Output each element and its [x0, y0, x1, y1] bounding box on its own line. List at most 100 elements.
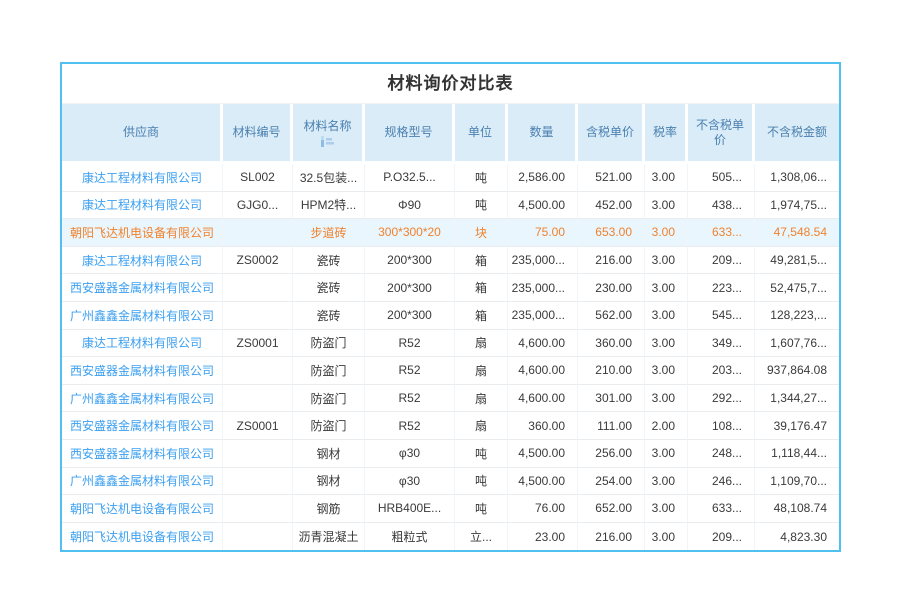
cell-quantity: 4,500.00	[508, 468, 578, 496]
table-row[interactable]: 西安盛器金属材料有限公司瓷砖200*300箱235,000...230.003.…	[62, 274, 839, 302]
cell-material_no: GJG0...	[223, 192, 293, 220]
cell-material_name: 防盗门	[293, 330, 365, 358]
cell-unit: 扇	[455, 357, 508, 385]
cell-price_incl_tax: 111.00	[578, 412, 645, 440]
cell-material_name: 防盗门	[293, 385, 365, 413]
cell-material_name: 钢材	[293, 468, 365, 496]
cell-amount_excl_tax: 4,823.30	[755, 523, 839, 551]
table-row[interactable]: 西安盛器金属材料有限公司钢材φ30吨4,500.00256.003.00248.…	[62, 440, 839, 468]
cell-unit: 块	[455, 219, 508, 247]
supplier-link[interactable]: 西安盛器金属材料有限公司	[70, 447, 214, 461]
column-header-label: 材料名称	[303, 119, 351, 134]
cell-material_no: ZS0002	[223, 247, 293, 275]
cell-price_excl_tax: 633...	[688, 495, 755, 523]
supplier-link[interactable]: 西安盛器金属材料有限公司	[70, 364, 214, 378]
table-row[interactable]: 西安盛器金属材料有限公司防盗门R52扇4,600.00210.003.00203…	[62, 357, 839, 385]
cell-amount_excl_tax: 1,308,06...	[755, 164, 839, 192]
supplier-link[interactable]: 西安盛器金属材料有限公司	[70, 281, 214, 295]
supplier-link[interactable]: 朝阳飞达机电设备有限公司	[70, 502, 214, 516]
cell-amount_excl_tax: 1,607,76...	[755, 330, 839, 358]
cell-material_no	[223, 357, 293, 385]
cell-material_no	[223, 385, 293, 413]
cell-spec: 200*300	[365, 302, 455, 330]
cell-amount_excl_tax: 1,118,44...	[755, 440, 839, 468]
table-row[interactable]: 康达工程材料有限公司ZS0002瓷砖200*300箱235,000...216.…	[62, 247, 839, 275]
column-header-supplier: 供应商	[62, 104, 223, 164]
cell-spec: Φ90	[365, 192, 455, 220]
column-header-amount_excl_tax: 不含税金额	[755, 104, 839, 164]
cell-spec: φ30	[365, 468, 455, 496]
cell-amount_excl_tax: 52,475,7...	[755, 274, 839, 302]
cell-quantity: 360.00	[508, 412, 578, 440]
table-row[interactable]: 广州鑫鑫金属材料有限公司钢材φ30吨4,500.00254.003.00246.…	[62, 468, 839, 496]
column-header-label: 含税单价	[586, 125, 634, 140]
column-header-material_name[interactable]: 材料名称	[293, 104, 365, 164]
column-header-spec: 规格型号	[365, 104, 455, 164]
page-title: 材料询价对比表	[62, 64, 839, 104]
column-header-label: 规格型号	[384, 125, 432, 140]
supplier-link[interactable]: 康达工程材料有限公司	[82, 171, 202, 185]
cell-tax_rate: 2.00	[645, 412, 688, 440]
cell-price_excl_tax: 248...	[688, 440, 755, 468]
table-body: 康达工程材料有限公司SL00232.5包装...P.O32.5...吨2,586…	[62, 164, 839, 550]
cell-unit: 箱	[455, 274, 508, 302]
header-row: 供应商材料编号材料名称规格型号单位数量含税单价税率不含税单价不含税金额	[62, 104, 839, 164]
cell-quantity: 4,600.00	[508, 330, 578, 358]
column-header-label: 税率	[653, 125, 677, 140]
cell-price_incl_tax: 216.00	[578, 523, 645, 551]
cell-unit: 箱	[455, 302, 508, 330]
supplier-link[interactable]: 西安盛器金属材料有限公司	[70, 419, 214, 433]
table-row[interactable]: 朝阳飞达机电设备有限公司步道砖300*300*20块75.00653.003.0…	[62, 219, 839, 247]
table-row[interactable]: 广州鑫鑫金属材料有限公司防盗门R52扇4,600.00301.003.00292…	[62, 385, 839, 413]
cell-supplier: 朝阳飞达机电设备有限公司	[62, 495, 223, 523]
supplier-link[interactable]: 广州鑫鑫金属材料有限公司	[70, 474, 214, 488]
cell-amount_excl_tax: 1,344,27...	[755, 385, 839, 413]
cell-tax_rate: 3.00	[645, 330, 688, 358]
sort-icon	[320, 136, 335, 147]
table-row[interactable]: 朝阳飞达机电设备有限公司沥青混凝土粗粒式立...23.00216.003.002…	[62, 523, 839, 551]
cell-supplier: 朝阳飞达机电设备有限公司	[62, 219, 223, 247]
column-header-tax_rate: 税率	[645, 104, 688, 164]
cell-supplier: 西安盛器金属材料有限公司	[62, 357, 223, 385]
column-header-material_no: 材料编号	[223, 104, 293, 164]
cell-tax_rate: 3.00	[645, 192, 688, 220]
cell-supplier: 广州鑫鑫金属材料有限公司	[62, 385, 223, 413]
supplier-link[interactable]: 康达工程材料有限公司	[82, 254, 202, 268]
cell-price_excl_tax: 246...	[688, 468, 755, 496]
cell-material_name: 瓷砖	[293, 247, 365, 275]
cell-price_incl_tax: 230.00	[578, 274, 645, 302]
cell-price_excl_tax: 223...	[688, 274, 755, 302]
column-header-label: 供应商	[123, 125, 159, 140]
table-row[interactable]: 朝阳飞达机电设备有限公司钢筋HRB400E...吨76.00652.003.00…	[62, 495, 839, 523]
cell-quantity: 235,000...	[508, 274, 578, 302]
table-row[interactable]: 康达工程材料有限公司SL00232.5包装...P.O32.5...吨2,586…	[62, 164, 839, 192]
supplier-link[interactable]: 广州鑫鑫金属材料有限公司	[70, 392, 214, 406]
cell-tax_rate: 3.00	[645, 468, 688, 496]
cell-spec: R52	[365, 385, 455, 413]
cell-price_excl_tax: 505...	[688, 164, 755, 192]
cell-quantity: 4,500.00	[508, 192, 578, 220]
table-row[interactable]: 西安盛器金属材料有限公司ZS0001防盗门R52扇360.00111.002.0…	[62, 412, 839, 440]
cell-material_name: 32.5包装...	[293, 164, 365, 192]
cell-amount_excl_tax: 47,548.54	[755, 219, 839, 247]
cell-price_excl_tax: 209...	[688, 523, 755, 551]
cell-amount_excl_tax: 1,974,75...	[755, 192, 839, 220]
table-row[interactable]: 康达工程材料有限公司ZS0001防盗门R52扇4,600.00360.003.0…	[62, 330, 839, 358]
cell-quantity: 235,000...	[508, 302, 578, 330]
cell-amount_excl_tax: 48,108.74	[755, 495, 839, 523]
supplier-link[interactable]: 康达工程材料有限公司	[82, 336, 202, 350]
supplier-link[interactable]: 朝阳飞达机电设备有限公司	[70, 226, 214, 240]
supplier-link[interactable]: 康达工程材料有限公司	[82, 198, 202, 212]
cell-material_no	[223, 274, 293, 302]
cell-spec: 粗粒式	[365, 523, 455, 551]
table-row[interactable]: 康达工程材料有限公司GJG0...HPM2特...Φ90吨4,500.00452…	[62, 192, 839, 220]
cell-quantity: 75.00	[508, 219, 578, 247]
table-row[interactable]: 广州鑫鑫金属材料有限公司瓷砖200*300箱235,000...562.003.…	[62, 302, 839, 330]
material-comparison-panel: 材料询价对比表 供应商材料编号材料名称规格型号单位数量含税单价税率不含税单价不含…	[60, 62, 841, 552]
cell-price_incl_tax: 653.00	[578, 219, 645, 247]
supplier-link[interactable]: 广州鑫鑫金属材料有限公司	[70, 309, 214, 323]
cell-supplier: 康达工程材料有限公司	[62, 192, 223, 220]
cell-price_excl_tax: 292...	[688, 385, 755, 413]
supplier-link[interactable]: 朝阳飞达机电设备有限公司	[70, 530, 214, 544]
cell-supplier: 广州鑫鑫金属材料有限公司	[62, 468, 223, 496]
